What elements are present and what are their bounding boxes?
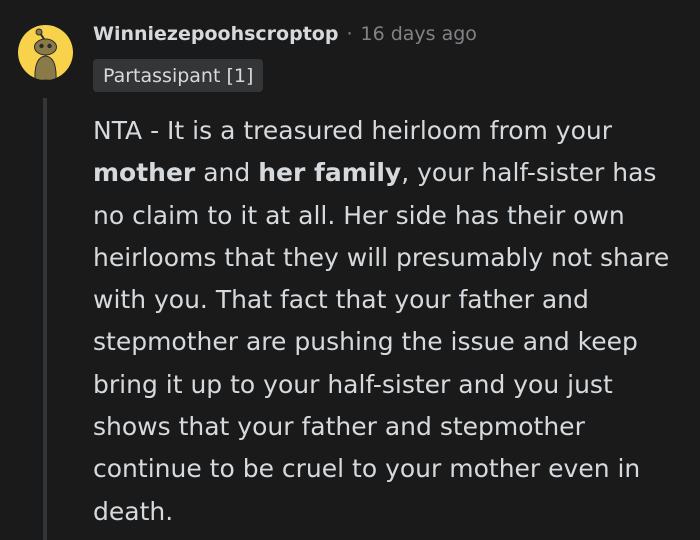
comment-bold-2: her family [258,158,402,188]
comment-timestamp[interactable]: 16 days ago [360,23,476,45]
comment-body: NTA - It is a treasured heirloom from yo… [93,110,693,533]
user-avatar[interactable] [18,25,73,80]
snoo-avatar-icon [34,28,57,80]
comment-text-1: NTA - It is a treasured heirloom from yo… [93,116,613,145]
comment-bold-1: mother [93,158,196,188]
comment-text-3: , your half-sister has no claim to it at… [93,158,670,526]
meta-separator: · [346,23,353,45]
comment-page: Winniezepoohscroptop · 16 days ago Parta… [0,0,700,540]
thread-line[interactable] [43,98,47,540]
comment-text-2: and [195,158,259,188]
username-link[interactable]: Winniezepoohscroptop [93,23,338,45]
comment-meta: Winniezepoohscroptop · 16 days ago [93,18,477,50]
user-flair: Partassipant [1] [93,59,264,92]
